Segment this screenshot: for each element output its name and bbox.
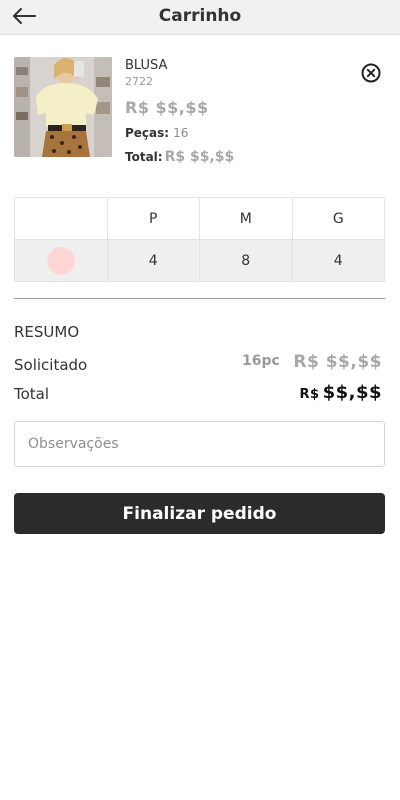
product-quantity: Peças: 16 (125, 126, 188, 140)
size-header-empty (14, 197, 108, 240)
color-swatch (46, 246, 75, 275)
total-value: R$ $$,$$ (300, 382, 383, 403)
quantity-value: 16 (173, 126, 189, 140)
product-image (14, 57, 112, 157)
color-cell (14, 239, 108, 282)
requested-quantity: 16pc (242, 353, 280, 369)
page-title: Carrinho (158, 6, 242, 26)
item-total-value: R$ $$,$$ (164, 149, 235, 165)
requested-label: Solicitado (14, 356, 88, 374)
notes-input[interactable] (14, 421, 385, 467)
qty-cell-m[interactable]: 8 (199, 239, 293, 282)
product-total: Total: R$ $$,$$ (125, 149, 234, 165)
size-grid: P M G 4 8 4 (14, 197, 385, 282)
product-code: 2722 (125, 75, 153, 88)
size-header-g: G (291, 197, 385, 240)
remove-item-button[interactable] (361, 63, 381, 83)
close-circle-icon (361, 63, 381, 83)
divider (14, 298, 385, 299)
finish-order-button[interactable]: Finalizar pedido (14, 493, 385, 534)
quantity-row: 4 8 4 (14, 239, 385, 282)
total-label: Total (14, 385, 50, 403)
size-header-row: P M G (14, 197, 385, 240)
quantity-label: Peças: (125, 126, 170, 140)
qty-cell-p[interactable]: 4 (106, 239, 200, 282)
app-bar: Carrinho (0, 0, 400, 35)
product-price: R$ $$,$$ (125, 98, 209, 117)
requested-value: R$ $$,$$ (293, 352, 382, 372)
size-header-p: P (106, 197, 200, 240)
total-amount: $$,$$ (322, 382, 382, 403)
product-name: BLUSA (125, 58, 168, 73)
item-total-label: Total: (125, 150, 163, 164)
total-currency: R$ (299, 387, 320, 402)
qty-cell-g[interactable]: 4 (291, 239, 385, 282)
size-header-m: M (199, 197, 293, 240)
summary-title: RESUMO (14, 323, 80, 341)
